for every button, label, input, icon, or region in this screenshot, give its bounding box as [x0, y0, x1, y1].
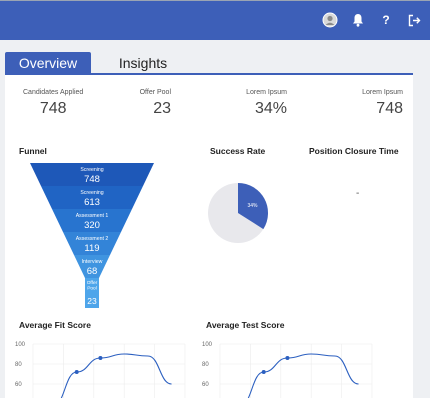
header-actions: ? [322, 12, 422, 28]
y-tick-label: 100 [15, 342, 26, 348]
kpi-lorem-ipsum-percent: Lorem Ipsum 34% [246, 89, 287, 118]
y-tick-label: 60 [15, 382, 22, 388]
score-line [247, 353, 359, 398]
position-closure-value: - [356, 188, 360, 199]
funnel-stage-label: Interview [82, 259, 103, 265]
kpi-label: Lorem Ipsum [246, 89, 287, 96]
y-tick-label: 80 [15, 362, 22, 368]
kpi-label: Offer Pool [139, 89, 171, 96]
top-navigation-bar: ? [0, 0, 430, 40]
success-rate-title: Success Rate [210, 146, 266, 156]
bell-icon[interactable] [350, 12, 366, 28]
kpi-value: 23 [153, 100, 171, 117]
success-rate-pie: 34% [208, 183, 268, 243]
kpi-label: Candidates Applied [23, 89, 84, 96]
funnel-stage-value: 748 [84, 174, 100, 185]
kpi-lorem-ipsum-count: Lorem Ipsum 748 [362, 89, 403, 118]
funnel-stage-value: 23 [87, 296, 97, 306]
data-point [74, 370, 79, 374]
funnel-chart: Screening748Screening613Assessment 1320A… [30, 163, 154, 308]
y-tick-label: 100 [202, 342, 213, 348]
help-icon[interactable]: ? [378, 12, 394, 28]
fit-score-title: Average Fit Score [19, 320, 91, 330]
overview-panel: Candidates Applied 748 Offer Pool 23 Lor… [5, 73, 413, 398]
kpi-value: 748 [39, 100, 67, 117]
user-avatar-icon[interactable] [322, 12, 338, 28]
kpi-offer-pool: Offer Pool 23 [140, 89, 171, 118]
test-score-title: Average Test Score [206, 320, 285, 330]
funnel-stage-label: Screening [80, 190, 103, 196]
funnel-stage-value: 68 [87, 266, 98, 277]
score-line [60, 353, 172, 398]
funnel-stage-label: Assessment 2 [76, 236, 109, 242]
funnel-stage-label: Assessment 1 [76, 213, 109, 219]
funnel-stage-label: Offer Pool [87, 280, 98, 292]
data-point [285, 356, 290, 360]
data-point [98, 356, 103, 360]
funnel-stage-label-line: Offer [87, 280, 98, 286]
position-closure-title: Position Closure Time [309, 146, 399, 156]
funnel-stage-label: Screening [80, 167, 103, 173]
y-tick-label: 80 [202, 362, 209, 368]
data-point [261, 370, 266, 374]
funnel-stage-value: 613 [84, 197, 100, 208]
kpi-value: 748 [376, 100, 403, 117]
fit-score-line-chart: 100 80 60 [15, 342, 186, 398]
funnel-stage-value: 119 [84, 243, 99, 254]
tab-overview[interactable]: Overview [5, 52, 91, 74]
funnel-title: Funnel [19, 146, 47, 156]
kpi-label: Lorem Ipsum [362, 89, 403, 96]
test-score-line-chart: 100 80 60 [202, 342, 373, 398]
funnel-stage-value: 320 [84, 220, 100, 231]
pie-slice-label: 34% [247, 203, 258, 209]
funnel-stage-label-line: Pool [87, 286, 97, 292]
kpi-value: 34% [254, 100, 287, 117]
kpi-candidates-applied: Candidates Applied 748 [23, 89, 83, 118]
tab-insights[interactable]: Insights [102, 52, 184, 74]
y-tick-label: 60 [202, 382, 209, 388]
tab-bar: Overview Insights [0, 52, 430, 74]
logout-icon[interactable] [406, 12, 422, 28]
